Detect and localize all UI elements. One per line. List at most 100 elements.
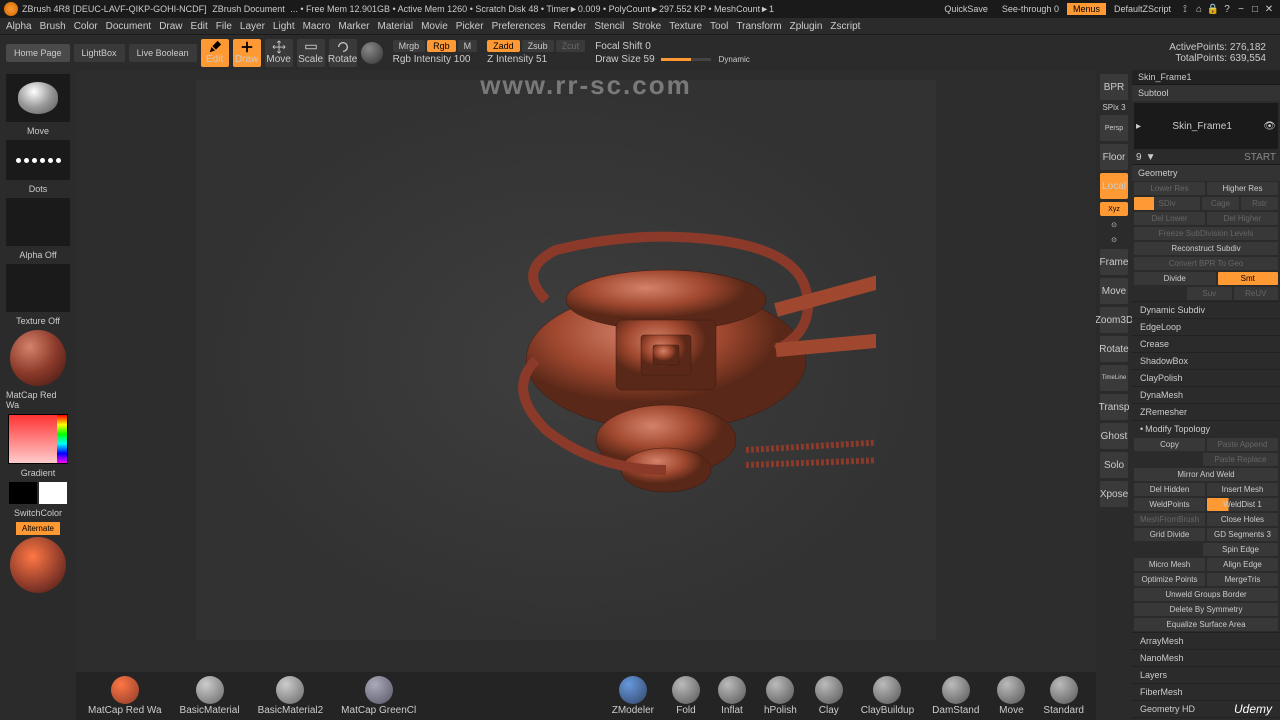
section-nanomesh[interactable]: NanoMesh bbox=[1132, 649, 1280, 666]
lower-res-button[interactable]: Lower Res bbox=[1134, 182, 1205, 195]
brush-damstand[interactable]: DamStand bbox=[932, 676, 979, 716]
seethrough-slider[interactable]: See-through 0 bbox=[996, 3, 1065, 15]
material-basicmaterial2[interactable]: BasicMaterial2 bbox=[258, 676, 324, 716]
cage-button[interactable]: Cage bbox=[1202, 197, 1239, 210]
rotate-view-button[interactable]: Rotate bbox=[1100, 336, 1128, 362]
unweld-groups-button[interactable]: Unweld Groups Border bbox=[1134, 588, 1278, 601]
paste-replace-button[interactable]: Paste Replace bbox=[1203, 453, 1278, 466]
menu-transform[interactable]: Transform bbox=[736, 21, 781, 32]
transp-button[interactable]: Transp bbox=[1100, 394, 1128, 420]
section-layers[interactable]: Layers bbox=[1132, 666, 1280, 683]
alternate-button[interactable]: Alternate bbox=[16, 522, 60, 535]
scale-button[interactable]: Scale bbox=[297, 39, 325, 67]
rotate-button[interactable]: Rotate bbox=[329, 39, 357, 67]
align-edge-button[interactable]: Align Edge bbox=[1207, 558, 1278, 571]
zcut-button[interactable]: Zcut bbox=[556, 40, 586, 52]
dynamic-toggle[interactable]: Dynamic bbox=[719, 55, 750, 64]
section-arraymesh[interactable]: ArrayMesh bbox=[1132, 632, 1280, 649]
maximize-icon[interactable]: □ bbox=[1248, 4, 1262, 15]
lightbox-button[interactable]: LightBox bbox=[74, 44, 125, 62]
equalize-surface-button[interactable]: Equalize Surface Area bbox=[1134, 618, 1278, 631]
local-button[interactable]: Local bbox=[1100, 173, 1128, 199]
menu-brush[interactable]: Brush bbox=[40, 21, 66, 32]
color-picker[interactable] bbox=[8, 414, 68, 464]
menu-layer[interactable]: Layer bbox=[240, 21, 265, 32]
suv-button[interactable]: Suv bbox=[1187, 287, 1231, 300]
default-zscript[interactable]: DefaultZScript bbox=[1108, 3, 1177, 15]
draw-size-slider[interactable]: Draw Size 59 bbox=[595, 54, 654, 65]
menu-stencil[interactable]: Stencil bbox=[594, 21, 624, 32]
close-icon[interactable]: ✕ bbox=[1262, 4, 1276, 15]
brush-fold[interactable]: Fold bbox=[672, 676, 700, 716]
home-icon[interactable]: ⌂ bbox=[1192, 4, 1206, 15]
visibility-icon[interactable]: 👁 bbox=[1263, 121, 1276, 132]
zoom3d-button[interactable]: Zoom3D bbox=[1100, 307, 1128, 333]
section-dynamic-subdiv[interactable]: Dynamic Subdiv bbox=[1132, 301, 1280, 318]
stroke-preview[interactable] bbox=[6, 140, 70, 180]
mesh-from-brush-button[interactable]: MeshFromBrush bbox=[1134, 513, 1205, 526]
section-shadowbox[interactable]: ShadowBox bbox=[1132, 352, 1280, 369]
menu-movie[interactable]: Movie bbox=[421, 21, 448, 32]
alpha-preview[interactable] bbox=[6, 198, 70, 246]
menu-macro[interactable]: Macro bbox=[303, 21, 331, 32]
edit-button[interactable]: Edit bbox=[201, 39, 229, 67]
menu-zscript[interactable]: Zscript bbox=[830, 21, 860, 32]
optimize-points-button[interactable]: Optimize Points bbox=[1134, 573, 1205, 586]
axis-x-icon[interactable]: ⊙ bbox=[1100, 219, 1128, 231]
brush-preview[interactable] bbox=[6, 74, 70, 122]
menu-draw[interactable]: Draw bbox=[159, 21, 182, 32]
menu-tool[interactable]: Tool bbox=[710, 21, 728, 32]
menu-document[interactable]: Document bbox=[106, 21, 152, 32]
menu-texture[interactable]: Texture bbox=[669, 21, 702, 32]
color-swatches[interactable] bbox=[9, 482, 67, 504]
delete-symmetry-button[interactable]: Delete By Symmetry bbox=[1134, 603, 1278, 616]
brush-hpolish[interactable]: hPolish bbox=[764, 676, 797, 716]
spin-edge-button[interactable]: Spin Edge bbox=[1203, 543, 1278, 556]
brush-move[interactable]: Move bbox=[997, 676, 1025, 716]
menu-preferences[interactable]: Preferences bbox=[492, 21, 546, 32]
live-boolean-button[interactable]: Live Boolean bbox=[129, 44, 197, 62]
zsub-button[interactable]: Zsub bbox=[522, 40, 554, 52]
subtool-header[interactable]: Subtool bbox=[1132, 84, 1280, 101]
menu-render[interactable]: Render bbox=[554, 21, 587, 32]
menus-button[interactable]: Menus bbox=[1067, 3, 1106, 15]
section-fibermesh[interactable]: FiberMesh bbox=[1132, 683, 1280, 700]
micro-mesh-button[interactable]: Micro Mesh bbox=[1134, 558, 1205, 571]
quicksave-button[interactable]: QuickSave bbox=[938, 3, 994, 15]
higher-res-button[interactable]: Higher Res bbox=[1207, 182, 1278, 195]
section-crease[interactable]: Crease bbox=[1132, 335, 1280, 352]
home-page-button[interactable]: Home Page bbox=[6, 44, 70, 62]
menu-color[interactable]: Color bbox=[74, 21, 98, 32]
solo-button[interactable]: Solo bbox=[1100, 452, 1128, 478]
menu-picker[interactable]: Picker bbox=[456, 21, 484, 32]
menu-material[interactable]: Material bbox=[378, 21, 414, 32]
section-claypolish[interactable]: ClayPolish bbox=[1132, 369, 1280, 386]
freeze-subdiv-button[interactable]: Freeze SubDivision Levels bbox=[1134, 227, 1278, 240]
help-icon[interactable]: ? bbox=[1220, 4, 1234, 15]
rstr-button[interactable]: Rstr bbox=[1241, 197, 1278, 210]
menu-alpha[interactable]: Alpha bbox=[6, 21, 32, 32]
gradient-label[interactable]: Gradient bbox=[19, 466, 58, 480]
menu-edit[interactable]: Edit bbox=[191, 21, 208, 32]
divide-button[interactable]: Divide bbox=[1134, 272, 1216, 285]
material-matcap-red-wa[interactable]: MatCap Red Wa bbox=[88, 676, 162, 716]
merge-tris-button[interactable]: MergeTris bbox=[1207, 573, 1278, 586]
rgb-button[interactable]: Rgb bbox=[427, 40, 456, 52]
move-button[interactable]: Move bbox=[265, 39, 293, 67]
subtool-item[interactable]: ▸ Skin_Frame1 👁 bbox=[1134, 103, 1278, 149]
menu-marker[interactable]: Marker bbox=[338, 21, 369, 32]
material-preview-icon[interactable] bbox=[361, 42, 383, 64]
reuv-button[interactable]: ReUV bbox=[1234, 287, 1278, 300]
del-lower-button[interactable]: Del Lower bbox=[1134, 212, 1205, 225]
menu-stroke[interactable]: Stroke bbox=[632, 21, 661, 32]
minimize-icon[interactable]: − bbox=[1234, 4, 1248, 15]
copy-button[interactable]: Copy bbox=[1134, 438, 1205, 451]
geometry-header[interactable]: Geometry bbox=[1132, 164, 1280, 181]
brush-zmodeler[interactable]: ZModeler bbox=[612, 676, 654, 716]
mrgb-button[interactable]: Mrgb bbox=[393, 40, 426, 52]
axis-y-icon[interactable]: ⊙ bbox=[1100, 234, 1128, 246]
grid-divide-button[interactable]: Grid Divide bbox=[1134, 528, 1205, 541]
bpr-button[interactable]: BPR bbox=[1100, 74, 1128, 100]
timeline-button[interactable]: TimeLine bbox=[1100, 365, 1128, 391]
material-basicmaterial[interactable]: BasicMaterial bbox=[180, 676, 240, 716]
